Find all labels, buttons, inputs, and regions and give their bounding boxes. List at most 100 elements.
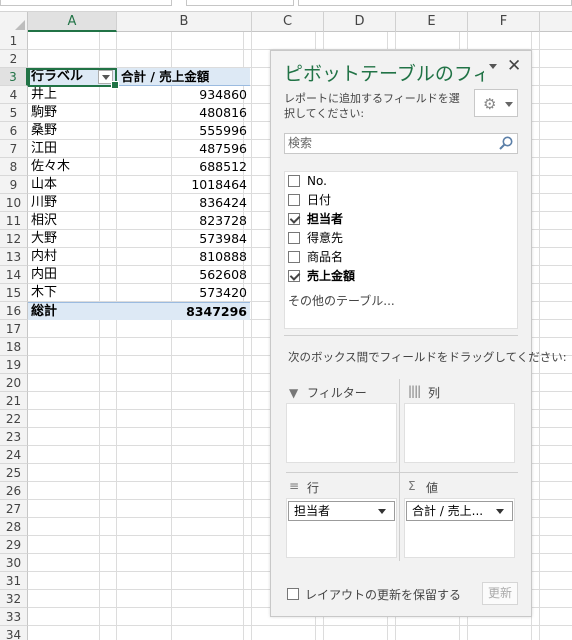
select-all-corner[interactable] [0,12,28,32]
row-label-cell[interactable]: 木下 [31,284,117,302]
value-cell[interactable]: 562608 [117,266,247,284]
row-header[interactable]: 7 [0,140,28,158]
defer-layout-checkbox[interactable] [287,588,299,600]
field-product-checkbox[interactable] [288,251,300,263]
rows-area[interactable]: 担当者 [286,498,397,558]
column-header-c[interactable]: C [252,12,324,32]
row-header[interactable]: 2 [0,50,28,68]
row-label-cell[interactable]: 駒野 [31,104,117,122]
row-label-cell[interactable]: 相沢 [31,212,117,230]
values-field-chip[interactable]: 合計 / 売上... [406,501,513,521]
value-cell[interactable]: 487596 [117,140,247,158]
row-header[interactable]: 6 [0,122,28,140]
field-no-checkbox[interactable] [288,175,300,187]
value-cell[interactable]: 555996 [117,122,247,140]
row-header[interactable]: 13 [0,248,28,266]
row-header[interactable]: 23 [0,428,28,446]
row-header[interactable]: 3 [0,68,28,86]
column-header-d[interactable]: D [324,12,396,32]
value-cell[interactable]: 573984 [117,230,247,248]
column-header-f[interactable]: F [468,12,540,32]
grand-total-label[interactable]: 総計 [31,303,117,321]
formula-bar-edge [186,0,294,6]
row-header[interactable]: 11 [0,212,28,230]
value-cell[interactable]: 934860 [117,86,247,104]
row-header[interactable]: 27 [0,500,28,518]
grand-total-value[interactable]: 8347296 [117,303,247,321]
pane-options-dropdown-icon[interactable] [489,64,497,69]
row-header[interactable]: 9 [0,176,28,194]
row-header[interactable]: 29 [0,536,28,554]
value-cell[interactable]: 573420 [117,284,247,302]
row-label-cell[interactable]: 内田 [31,266,117,284]
row-header[interactable]: 32 [0,590,28,608]
row-header[interactable]: 28 [0,518,28,536]
pane-divider[interactable] [284,335,518,336]
row-header[interactable]: 4 [0,86,28,104]
row-header[interactable]: 21 [0,392,28,410]
row-header[interactable]: 30 [0,554,28,572]
tools-button[interactable]: ⚙ [474,89,518,117]
row-header[interactable]: 18 [0,338,28,356]
row-header[interactable]: 26 [0,482,28,500]
pivot-fields-pane: ピボットテーブルのフィ... ✕ レポートに追加するフィールドを選択してください… [270,50,567,617]
row-header[interactable]: 16 [0,302,28,320]
column-header-b[interactable]: B [117,12,252,32]
value-cell[interactable]: 688512 [117,158,247,176]
row-header[interactable]: 10 [0,194,28,212]
value-cell[interactable]: 823728 [117,212,247,230]
row-label-cell[interactable]: 桑野 [31,122,117,140]
field-date-checkbox[interactable] [288,194,300,206]
sum-header[interactable]: 合計 / 売上金額 [121,68,251,86]
row-label-cell[interactable]: 山本 [31,176,117,194]
row-labels-filter-button[interactable] [98,70,113,84]
row-label-cell[interactable]: 川野 [31,194,117,212]
column-header-e[interactable]: E [396,12,468,32]
filter-area[interactable] [286,403,397,463]
row-header[interactable]: 24 [0,446,28,464]
field-sales-label: 売上金額 [307,269,356,283]
row-header[interactable]: 12 [0,230,28,248]
rows-field-chip-label: 担当者 [294,504,331,518]
field-sales-checkbox[interactable] [288,270,300,282]
value-cell[interactable]: 836424 [117,194,247,212]
field-customer-checkbox[interactable] [288,232,300,244]
pivot-row: 木下 573420 [28,284,250,302]
row-header[interactable]: 25 [0,464,28,482]
row-label-cell[interactable]: 井上 [31,86,117,104]
field-product-label: 商品名 [307,250,344,264]
field-rep-label: 担当者 [307,212,344,226]
row-header[interactable]: 22 [0,410,28,428]
column-header-a[interactable]: A [28,12,117,32]
row-header[interactable]: 34 [0,626,28,640]
rows-field-chip[interactable]: 担当者 [288,501,395,521]
formula-bar-strip [0,0,572,12]
field-rep-checkbox[interactable] [288,213,300,225]
row-header[interactable]: 8 [0,158,28,176]
row-header[interactable]: 15 [0,284,28,302]
row-label-cell[interactable]: 江田 [31,140,117,158]
pane-close-icon[interactable]: ✕ [507,56,521,76]
row-header[interactable]: 31 [0,572,28,590]
values-area[interactable]: 合計 / 売上... [404,498,515,558]
row-header[interactable]: 19 [0,356,28,374]
row-header[interactable]: 20 [0,374,28,392]
row-header[interactable]: 1 [0,32,28,50]
row-header[interactable]: 33 [0,608,28,626]
value-cell[interactable]: 810888 [117,248,247,266]
pivot-row: 井上 934860 [28,86,250,104]
value-cell[interactable]: 480816 [117,104,247,122]
search-placeholder: 検索 [288,136,313,150]
row-label-cell[interactable]: 内村 [31,248,117,266]
update-button[interactable]: 更新 [482,582,518,605]
row-header[interactable]: 17 [0,320,28,338]
more-tables-link[interactable]: その他のテーブル... [288,292,395,309]
row-label-cell[interactable]: 大野 [31,230,117,248]
row-label-cell[interactable]: 佐々木 [31,158,117,176]
columns-area[interactable] [404,403,515,463]
row-header[interactable]: 5 [0,104,28,122]
pane-title: ピボットテーブルのフィ... [284,63,484,85]
field-search-input[interactable]: 検索 [284,133,518,154]
row-header[interactable]: 14 [0,266,28,284]
value-cell[interactable]: 1018464 [117,176,247,194]
